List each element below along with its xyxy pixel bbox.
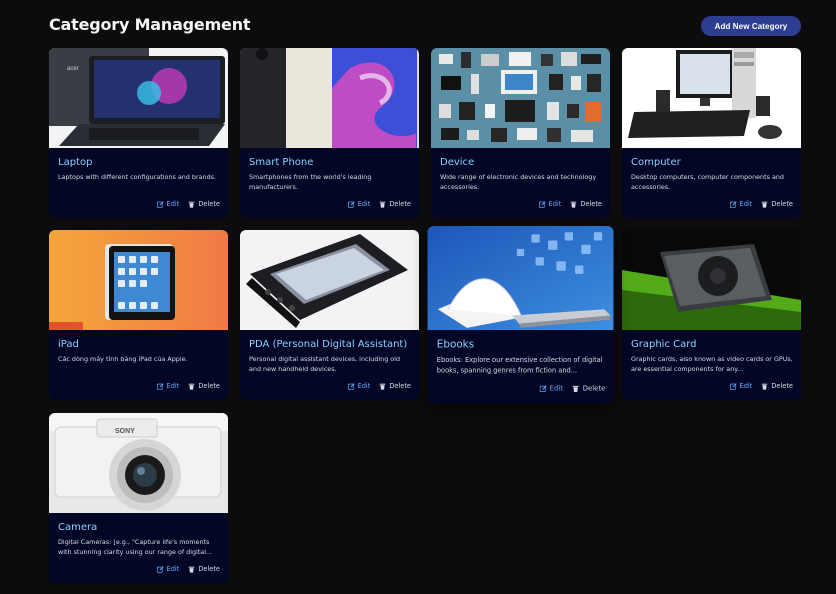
edit-button[interactable]: Edit — [539, 384, 563, 392]
trash-icon — [380, 383, 386, 390]
card-description: Laptops with different configurations an… — [58, 173, 217, 181]
edit-button[interactable]: Edit — [156, 382, 179, 390]
delete-button[interactable]: Delete — [379, 200, 411, 208]
card-title: Smart Phone — [249, 157, 314, 168]
card-title: PDA (Personal Digital Assistant) — [249, 339, 408, 350]
category-card-computer: Computer Desktop computers, computer com… — [622, 48, 801, 218]
card-description: Smartphones from the world's leading man… — [249, 173, 372, 191]
laptop-image: acer — [49, 48, 228, 148]
edit-button[interactable]: Edit — [538, 200, 561, 208]
trash-icon — [189, 383, 195, 390]
delete-button[interactable]: Delete — [572, 384, 605, 392]
delete-button[interactable]: Delete — [188, 565, 220, 573]
card-description: Desktop computers, computer components a… — [631, 173, 784, 191]
pda-image — [240, 230, 419, 330]
graphic-card-image — [622, 230, 801, 330]
edit-button[interactable]: Edit — [156, 565, 179, 573]
edit-icon — [347, 200, 355, 208]
edit-icon — [156, 382, 164, 390]
edit-icon — [347, 382, 355, 390]
edit-button[interactable]: Edit — [347, 382, 370, 390]
edit-icon — [156, 200, 164, 208]
card-description: Graphic cards, also known as video cards… — [631, 355, 793, 373]
edit-icon — [729, 382, 737, 390]
card-title: Computer — [631, 157, 681, 168]
category-card-pda: PDA (Personal Digital Assistant) Persona… — [240, 230, 419, 400]
computer-image — [622, 48, 801, 148]
edit-button[interactable]: Edit — [347, 200, 370, 208]
page-title: Category Management — [49, 15, 251, 34]
camera-image: SONY — [49, 413, 228, 513]
trash-icon — [571, 201, 577, 208]
laptop-brand-text: acer — [67, 66, 79, 72]
trash-icon — [762, 383, 768, 390]
trash-icon — [762, 201, 768, 208]
edit-button[interactable]: Edit — [729, 382, 752, 390]
trash-icon — [189, 201, 195, 208]
trash-icon — [573, 385, 579, 392]
ebooks-image — [427, 226, 614, 330]
camera-brand-text: SONY — [115, 428, 135, 435]
ipad-image — [49, 230, 228, 330]
card-description: Wide range of electronic devices and tec… — [440, 173, 597, 191]
device-image — [431, 48, 610, 148]
card-title: Device — [440, 157, 475, 168]
category-card-camera: SONY Camera Digital Cameras: [e.g., "Cap… — [49, 413, 228, 583]
edit-icon — [729, 200, 737, 208]
add-new-category-button[interactable]: Add New Category — [701, 16, 801, 36]
delete-button[interactable]: Delete — [379, 382, 411, 390]
edit-button[interactable]: Edit — [156, 200, 179, 208]
edit-button[interactable]: Edit — [729, 200, 752, 208]
category-card-ebooks: Ebooks Ebooks: Explore our extensive col… — [427, 226, 614, 403]
category-card-ipad: iPad Các dòng máy tính bảng iPad của App… — [49, 230, 228, 400]
edit-icon — [156, 565, 164, 573]
category-card-device: Device Wide range of electronic devices … — [431, 48, 610, 218]
card-title: Laptop — [58, 157, 93, 168]
category-card-smart-phone: Smart Phone Smartphones from the world's… — [240, 48, 419, 218]
card-title: Camera — [58, 522, 98, 533]
card-description: Digital Cameras: [e.g., "Capture life's … — [58, 538, 213, 556]
card-title: iPad — [58, 339, 79, 350]
card-description: Các dòng máy tính bảng iPad của Apple. — [58, 355, 188, 363]
card-description: Personal digital assistant devices, incl… — [249, 355, 401, 373]
delete-button[interactable]: Delete — [761, 382, 793, 390]
delete-button[interactable]: Delete — [761, 200, 793, 208]
trash-icon — [189, 566, 195, 573]
delete-button[interactable]: Delete — [570, 200, 602, 208]
delete-button[interactable]: Delete — [188, 200, 220, 208]
edit-icon — [539, 384, 547, 392]
category-card-graphic-card: Graphic Card Graphic cards, also known a… — [622, 230, 801, 400]
edit-icon — [538, 200, 546, 208]
card-title: Ebooks — [436, 339, 475, 351]
smart-phone-image — [240, 48, 419, 148]
category-card-laptop: acer Laptop Laptops with different confi… — [49, 48, 228, 218]
trash-icon — [380, 201, 386, 208]
delete-button[interactable]: Delete — [188, 382, 220, 390]
card-title: Graphic Card — [631, 339, 697, 350]
card-description: Ebooks: Explore our extensive collection… — [436, 356, 603, 375]
